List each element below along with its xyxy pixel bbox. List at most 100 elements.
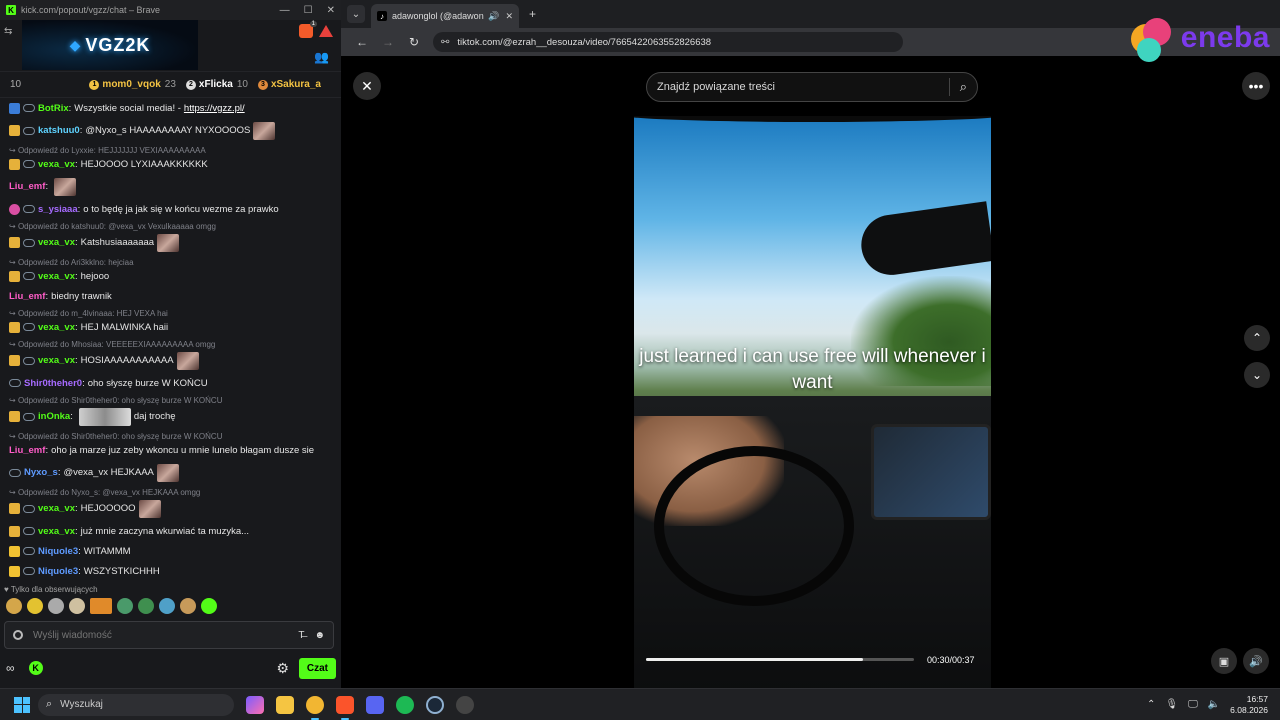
- chat-message-text: już mnie zaczyna wkurwiać ta muzyka...: [80, 525, 250, 537]
- emote-image: [176, 351, 199, 370]
- related-search-box[interactable]: Znajdź powiązane treści ⌕: [646, 72, 978, 102]
- tab-close-icon[interactable]: ✕: [505, 11, 513, 22]
- chat-username[interactable]: Niquole3: [38, 566, 78, 577]
- chat-username[interactable]: BotRix: [38, 103, 69, 114]
- chat-username[interactable]: inOnka: [38, 411, 70, 422]
- followers-only-label: Tylko dla obserwujących: [10, 585, 98, 594]
- smiley-icon[interactable]: ☻: [314, 630, 325, 641]
- windows-start-icon[interactable]: [14, 696, 30, 713]
- infinity-icon[interactable]: ∞: [6, 661, 15, 675]
- network-icon[interactable]: 🖵: [1188, 699, 1198, 710]
- chat-link[interactable]: https://vgzz.pl/: [184, 103, 245, 114]
- emote-icon[interactable]: [117, 598, 133, 614]
- emote-icon[interactable]: [159, 598, 175, 614]
- chat-username[interactable]: vexa_vx: [38, 159, 75, 170]
- next-video-button[interactable]: ⌄: [1244, 362, 1270, 388]
- reply-context[interactable]: Odpowiedź do Mhosiaa: VEEEEEXIAAAAAAAAA …: [0, 339, 341, 350]
- emote-icon[interactable]: [6, 598, 22, 614]
- clock[interactable]: 16:57 6.08.2026: [1230, 694, 1268, 716]
- close-video-button[interactable]: ✕: [353, 72, 381, 100]
- reply-context[interactable]: Odpowiedź do Shir0theher0: oho słyszę bu…: [0, 395, 341, 406]
- eneba-ad[interactable]: eneba: [1127, 14, 1270, 62]
- chat-username[interactable]: katshuu0: [38, 125, 80, 136]
- reload-button[interactable]: ↻: [401, 35, 427, 49]
- tab-menu-button[interactable]: ⌄: [347, 5, 365, 23]
- chatters-icon[interactable]: 👥: [314, 50, 329, 64]
- volume-icon[interactable]: 🔊: [1243, 648, 1269, 674]
- brave-shield-icon[interactable]: 1: [299, 21, 317, 38]
- tab-tiktok[interactable]: ♪ adawonglol (@adawonglol) 🔊 ✕: [371, 4, 519, 28]
- reply-context[interactable]: Odpowiedź do Nyxo_s: @vexa_vx HEJKAAA om…: [0, 487, 341, 498]
- video-progress-bar[interactable]: [646, 658, 914, 661]
- gifter-item[interactable]: 3 xSakura_a: [257, 79, 321, 90]
- chat-message: BotRix: Wszystkie social media! - https://…: [0, 100, 341, 116]
- emote-image: [157, 233, 180, 252]
- chat-username[interactable]: vexa_vx: [38, 526, 75, 537]
- video-player[interactable]: just learned i can use free will wheneve…: [634, 116, 991, 688]
- chat-settings-icon[interactable]: ⚙: [276, 660, 289, 677]
- minimize-button[interactable]: —: [280, 5, 290, 16]
- chat-message-text: oho ja marze juz zeby wkoncu u mnie lune…: [51, 444, 315, 456]
- more-options-button[interactable]: •••: [1242, 72, 1270, 100]
- forward-button[interactable]: →: [375, 35, 401, 49]
- discord-icon[interactable]: [366, 695, 384, 714]
- chat-username[interactable]: vexa_vx: [38, 503, 75, 514]
- spotify-icon[interactable]: [396, 695, 414, 714]
- microphone-icon[interactable]: 🎙: [1165, 699, 1178, 710]
- window-controls: — ☐ ✕: [280, 5, 335, 16]
- taskbar-search[interactable]: ⌕ Wyszukaj: [38, 693, 234, 716]
- back-button[interactable]: ←: [349, 35, 375, 49]
- chat-username[interactable]: s_ysiaaa: [38, 204, 78, 215]
- emote-picker-icon[interactable]: [13, 630, 23, 640]
- reply-context[interactable]: Odpowiedź do katshuu0: @vexa_vx Vexulkaa…: [0, 221, 341, 232]
- chat-username[interactable]: vexa_vx: [38, 322, 75, 333]
- reply-context[interactable]: Odpowiedź do m_4lvinaaa: HEJ VEXA hai: [0, 308, 341, 319]
- chat-username[interactable]: Liu_emf: [9, 181, 45, 192]
- reply-context[interactable]: Odpowiedź do Lyxxie: HEJJJJJJJ VEXIAAAAA…: [0, 145, 341, 156]
- address-bar[interactable]: ⚯ tiktok.com/@ezrah__desouza/video/76654…: [433, 32, 903, 52]
- speaker-icon[interactable]: 🔊: [488, 11, 499, 22]
- chat-username[interactable]: vexa_vx: [38, 237, 75, 248]
- chat-username[interactable]: vexa_vx: [38, 355, 75, 366]
- emote-icon[interactable]: [138, 598, 154, 614]
- emote-icon[interactable]: [27, 598, 43, 614]
- reply-context[interactable]: Odpowiedź do Ari3kklno: hejciaa: [0, 257, 341, 268]
- emote-icon[interactable]: [180, 598, 196, 614]
- volume-icon[interactable]: 🔈: [1208, 699, 1220, 710]
- chat-username[interactable]: Niquole3: [38, 546, 78, 557]
- emote-icon[interactable]: [90, 598, 112, 614]
- brave-icon[interactable]: [336, 695, 354, 720]
- search-icon[interactable]: ⌕: [960, 79, 967, 95]
- chat-username[interactable]: Liu_emf: [9, 445, 45, 456]
- brave-rewards-icon[interactable]: [319, 25, 333, 37]
- emote-icon[interactable]: [48, 598, 64, 614]
- send-chat-button[interactable]: Czat: [298, 657, 336, 679]
- chat-username[interactable]: Nyxo_s: [24, 467, 58, 478]
- close-button[interactable]: ✕: [327, 5, 335, 16]
- maximize-button[interactable]: ☐: [304, 5, 313, 16]
- gifter-item[interactable]: 2 xFlicka 10: [185, 79, 248, 90]
- previous-video-button[interactable]: ⌃: [1244, 325, 1270, 351]
- emote-icon[interactable]: [201, 598, 217, 614]
- chat-message-input[interactable]: [33, 629, 289, 641]
- translate-icon[interactable]: T̶: [298, 630, 304, 641]
- subscriber-badge-icon: [23, 238, 35, 247]
- chat-username[interactable]: Liu_emf: [9, 291, 45, 302]
- pip-icon[interactable]: ▣: [1211, 648, 1237, 674]
- site-settings-icon[interactable]: ⇆: [4, 26, 12, 37]
- subscriber-badge-icon: [23, 126, 35, 135]
- emote-icon[interactable]: [69, 598, 85, 614]
- steam-icon[interactable]: [426, 695, 444, 714]
- chat-username[interactable]: vexa_vx: [38, 271, 75, 282]
- chrome-icon[interactable]: [306, 695, 324, 720]
- gifter-item[interactable]: 1 mom0_vqok 23: [89, 79, 176, 90]
- chevron-up-icon[interactable]: ⌃: [1147, 699, 1155, 710]
- copilot-icon[interactable]: [246, 695, 264, 714]
- obs-icon[interactable]: [456, 695, 474, 714]
- reply-context[interactable]: Odpowiedź do Shir0theher0: oho słyszę bu…: [0, 431, 341, 442]
- chat-username[interactable]: Shir0theher0: [24, 378, 82, 389]
- new-tab-button[interactable]: +: [529, 7, 536, 21]
- kick-points-icon[interactable]: K: [28, 661, 43, 675]
- file-explorer-icon[interactable]: [276, 695, 294, 714]
- site-info-icon[interactable]: ⚯: [441, 37, 449, 48]
